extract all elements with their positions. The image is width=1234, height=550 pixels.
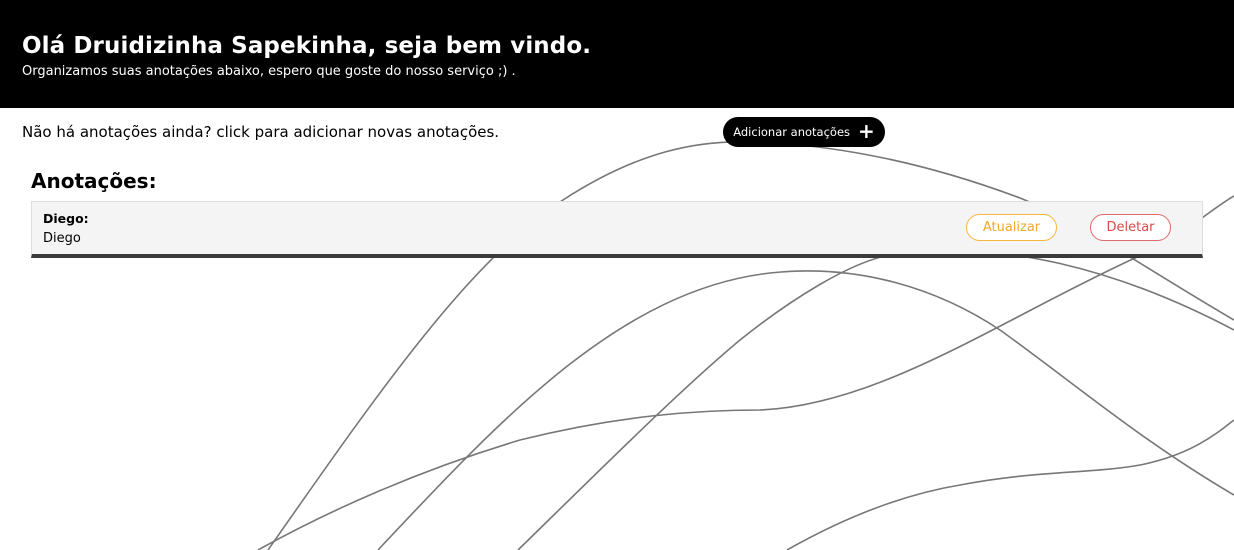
delete-note-button[interactable]: Deletar xyxy=(1090,214,1171,241)
notes-section-title: Anotações: xyxy=(31,169,157,193)
background-line xyxy=(786,419,1234,550)
top-header: Olá Druidizinha Sapekinha, seja bem vind… xyxy=(0,0,1234,108)
note-body: Diego xyxy=(43,231,81,246)
add-note-label: Adicionar anotações xyxy=(733,125,851,139)
greeting-subtitle: Organizamos suas anotações abaixo, esper… xyxy=(22,64,516,79)
note-title: Diego: xyxy=(43,211,89,226)
update-note-button[interactable]: Atualizar xyxy=(966,214,1057,241)
background-line xyxy=(377,270,1234,550)
note-card: Diego: Diego Atualizar Deletar xyxy=(31,201,1203,258)
add-note-button[interactable]: Adicionar anotações + xyxy=(723,117,885,147)
empty-notes-message: Não há anotações ainda? click para adici… xyxy=(22,123,500,141)
plus-icon: + xyxy=(858,119,875,143)
greeting-title: Olá Druidizinha Sapekinha, seja bem vind… xyxy=(22,33,592,59)
background-line xyxy=(517,249,1234,550)
page: Olá Druidizinha Sapekinha, seja bem vind… xyxy=(0,0,1234,550)
